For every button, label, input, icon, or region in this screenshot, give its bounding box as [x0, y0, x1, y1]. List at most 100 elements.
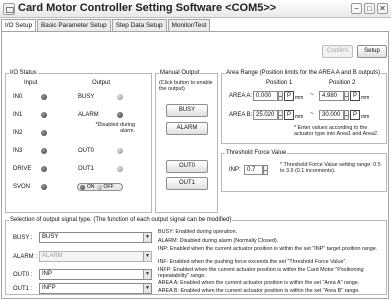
output-led-out0	[117, 148, 123, 154]
desc-area-b: AREA B: Enabled when the current actuato…	[158, 288, 360, 294]
area-range-title: Area Range (Position limits for the AREA…	[225, 70, 382, 76]
area-a-dash: ~	[310, 92, 314, 98]
input-label-in3: IN3	[13, 148, 23, 154]
output-led-alarm	[117, 112, 123, 118]
out1-signal-select[interactable]: INFP ▼	[39, 283, 152, 294]
input-led-svon	[41, 184, 47, 190]
title-bar: Card Motor Controller Setting Software <…	[0, 0, 391, 18]
alarm-select-label: ALARM :	[13, 254, 38, 260]
area-a-position-1-input[interactable]: 0.000	[253, 91, 278, 101]
chevron-down-icon: ▼	[143, 284, 151, 293]
area-b-p1-unit-p: P	[284, 110, 294, 120]
output-led-busy	[117, 94, 123, 100]
desc-area-a: AREA A: Enabled when the current actuato…	[158, 280, 360, 286]
manual-alarm-button[interactable]: ALARM	[166, 122, 208, 135]
output-selection-title: Selection of output signal type. (The fu…	[9, 217, 233, 223]
manual-out1-button[interactable]: OUT1	[166, 177, 208, 190]
area-a-position-2-spinner[interactable]	[344, 91, 349, 101]
manual-output-title: Manual Output	[159, 70, 201, 76]
position-1-header: Position 1	[266, 80, 293, 86]
alarm-signal-select[interactable]: ALARM ▼	[39, 251, 152, 262]
area-b-dash: ~	[310, 111, 314, 117]
area-b-position-1-spinner[interactable]	[278, 110, 283, 120]
manual-out0-button[interactable]: OUT0	[166, 160, 208, 173]
busy-signal-select[interactable]: BUSY ▼	[39, 232, 152, 243]
svon-toggle[interactable]: ON OFF	[77, 183, 123, 191]
io-setup-panel: Confirm Setup I/O Status Input Output IN…	[1, 31, 389, 299]
threshold-force-group: Threshold Force Value INP: 0.7 * Thresho…	[221, 150, 387, 192]
maximize-button[interactable]: □	[364, 3, 375, 14]
input-led-drive	[41, 166, 47, 172]
desc-alarm: ALARM: Disabled during alarm (Normally C…	[158, 238, 279, 244]
toggle-on-label: ON	[87, 184, 95, 190]
area-b-p1-unit-mm: mm	[295, 114, 304, 120]
manual-output-group: Manual Output (Click button to enable th…	[155, 70, 218, 213]
output-selection-group: Selection of output signal type. (The fu…	[5, 217, 387, 295]
output-label-alarm: ALARM	[78, 112, 99, 118]
tab-monitor-test[interactable]: Monitor/Test	[167, 19, 211, 31]
threshold-force-input[interactable]: 0.7	[244, 165, 263, 175]
position-2-header: Position 2	[329, 80, 356, 86]
area-a-position-2-input[interactable]: 4.980	[319, 91, 344, 101]
area-a-p2-unit-mm: mm	[361, 95, 370, 101]
out0-signal-select[interactable]: INP ▼	[39, 269, 152, 280]
busy-select-label: BUSY :	[13, 235, 33, 241]
threshold-force-spinner[interactable]	[263, 165, 268, 175]
out0-select-label: OUT0 :	[13, 272, 33, 278]
tab-step-data-setup[interactable]: Step Data Setup	[111, 19, 167, 31]
app-icon	[3, 3, 15, 15]
threshold-force-title: Threshold Force Value	[225, 150, 288, 156]
manual-output-note: (Click button to enable the output)	[159, 80, 213, 93]
setup-button[interactable]: Setup	[357, 45, 387, 58]
area-range-group: Area Range (Position limits for the AREA…	[221, 70, 387, 144]
desc-infp: INFP: Enabled when the current actuator …	[158, 267, 364, 280]
area-b-p2-unit-mm: mm	[361, 114, 370, 120]
input-led-in2	[41, 130, 47, 136]
close-button[interactable]: ✕	[377, 3, 388, 14]
desc-busy: BUSY: Enabled during operation.	[158, 229, 238, 235]
out1-select-value: INFP	[42, 285, 56, 291]
chevron-down-icon: ▼	[143, 270, 151, 279]
area-b-p2-unit-p: P	[350, 110, 360, 120]
confirm-button[interactable]: Confirm	[322, 45, 353, 58]
output-led-out1	[117, 166, 123, 172]
toggle-knob-icon	[80, 184, 85, 190]
alarm-disabled-note: *Disabled during alarm.	[95, 122, 135, 135]
area-a-label: AREA A:	[229, 93, 253, 99]
chevron-down-icon: ▼	[143, 252, 151, 261]
area-a-p2-unit-p: P	[350, 91, 360, 101]
area-a-position-1-spinner[interactable]	[278, 91, 283, 101]
out0-select-value: INP	[42, 271, 53, 277]
input-label-in0: IN0	[13, 94, 23, 100]
window-title: Card Motor Controller Setting Software <…	[18, 2, 277, 14]
output-header: Output	[92, 80, 111, 86]
area-b-position-1-input[interactable]: 25.020	[253, 110, 278, 120]
input-label-svon: SVON	[13, 184, 31, 190]
tab-basic-parameter-setup[interactable]: Basic Parameter Setup	[37, 19, 111, 31]
alarm-select-value: ALARM	[42, 253, 63, 259]
io-status-group: I/O Status Input Output IN0 IN1 IN2 IN3 …	[5, 70, 152, 213]
output-label-out0: OUT0	[78, 148, 95, 154]
minimize-button[interactable]: −	[351, 3, 362, 14]
input-led-in3	[41, 148, 47, 154]
desc-inf: INF: Enabled when the pushing force exce…	[158, 259, 347, 265]
area-b-label: AREA B:	[229, 112, 253, 118]
area-range-note: * Enter values according to the actuator…	[294, 125, 379, 138]
manual-busy-button[interactable]: BUSY	[166, 104, 208, 117]
output-label-out1: OUT1	[78, 166, 95, 172]
input-led-in1	[41, 112, 47, 118]
toggle-off-label: OFF	[103, 184, 114, 190]
area-b-position-2-input[interactable]: 30.000	[319, 110, 344, 120]
threshold-force-note: * Threshold Force Value setting range: 0…	[280, 162, 381, 175]
toggle-off-indicator-icon	[96, 184, 102, 190]
input-led-in0	[41, 94, 47, 100]
threshold-inp-label: INP:	[229, 167, 241, 173]
desc-inp: INP: Enabled when the current actuator p…	[158, 246, 378, 252]
input-label-drive: DRIVE	[13, 166, 32, 172]
input-label-in2: IN2	[13, 130, 23, 136]
out1-select-label: OUT1 :	[13, 286, 33, 292]
output-label-busy: BUSY	[78, 94, 95, 100]
area-b-position-2-spinner[interactable]	[344, 110, 349, 120]
input-label-in1: IN1	[13, 112, 23, 118]
io-status-title: I/O Status	[9, 70, 38, 76]
